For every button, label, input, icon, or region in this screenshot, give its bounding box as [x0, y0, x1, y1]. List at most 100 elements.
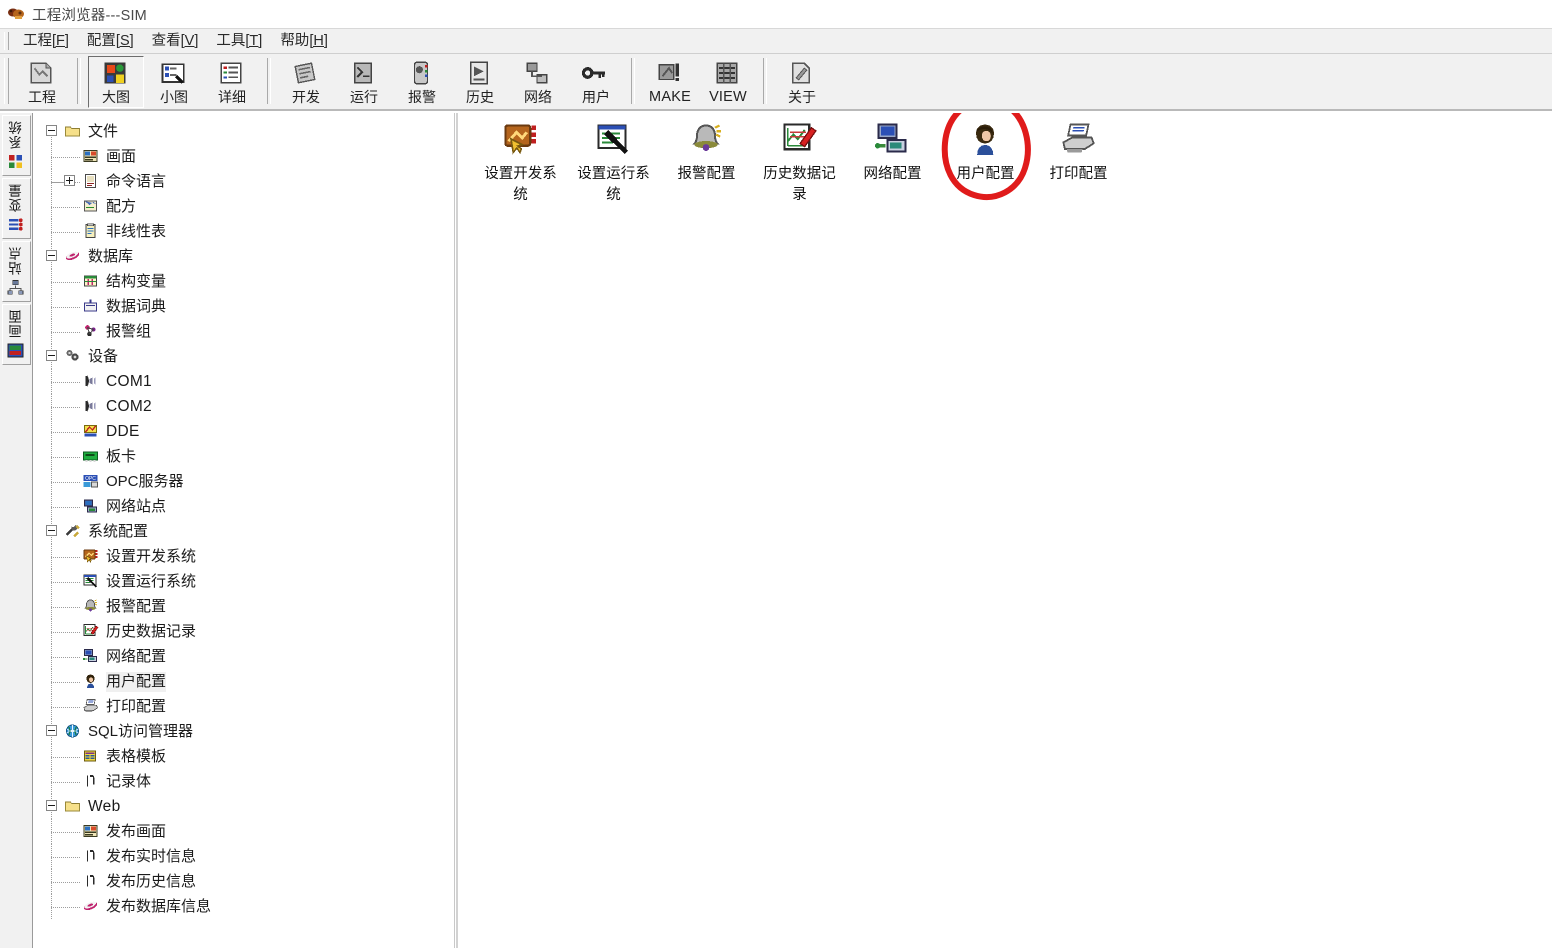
toolbar-project[interactable]: 工程 [14, 56, 70, 108]
toolbar-view[interactable]: VIEW [700, 56, 756, 108]
tree-history-record[interactable]: 历史数据记录 [34, 619, 454, 644]
tree-guide-line [51, 656, 80, 658]
tree-guide-line [51, 556, 80, 558]
tree-board-card[interactable]: 板卡 [34, 444, 454, 469]
toolbar-about[interactable]: 关于 [774, 56, 830, 108]
tree-publish-database[interactable]: 发布数据库信息 [34, 894, 454, 919]
menu-label: 查看 [151, 32, 181, 49]
tree-command-language[interactable]: 命令语言 [34, 169, 454, 194]
tree-system-config[interactable]: 系统配置 [34, 519, 454, 544]
toolbar-separator [631, 58, 635, 104]
menu-view[interactable]: 查看[V] [143, 30, 208, 53]
item-network-config[interactable]: 网络配置 [846, 121, 939, 185]
tree-opc-server[interactable]: OPC OPC服务器 [34, 469, 454, 494]
tree-publish-screen[interactable]: 发布画面 [34, 819, 454, 844]
tree-publish-realtime[interactable]: 发布实时信息 [34, 844, 454, 869]
tree-node-label: 数据词典 [106, 297, 167, 315]
tree-dde[interactable]: DDE [34, 419, 454, 444]
toolbar-history[interactable]: 历史 [452, 56, 508, 108]
tree-devices[interactable]: 设备 [34, 344, 454, 369]
toolbar-large-icons[interactable]: 大图 [88, 56, 144, 108]
menu-project[interactable]: 工程[F] [14, 30, 78, 53]
tree-set-develop[interactable]: 设置开发系统 [34, 544, 454, 569]
tree-collapse-icon[interactable] [46, 800, 57, 811]
variable-tab-icon [7, 216, 25, 234]
item-print-config[interactable]: 打印配置 [1032, 121, 1125, 185]
tree-node-label: 表格模板 [106, 747, 167, 765]
tree-guide-line [51, 181, 63, 183]
tree-record-body[interactable]: 记录体 [34, 769, 454, 794]
tree-publish-history[interactable]: 发布历史信息 [34, 869, 454, 894]
item-user-config[interactable]: 用户配置 [939, 121, 1032, 185]
tree-guide-line [51, 906, 80, 908]
tree-node-label: 发布画面 [106, 822, 167, 840]
menu-accelerator: [T] [245, 32, 263, 49]
tree-nonlinear-table[interactable]: 非线性表 [34, 219, 454, 244]
tree-com1[interactable]: COM1 [34, 369, 454, 394]
toolbar-make[interactable]: MAKE [642, 56, 698, 108]
net-station-icon [82, 498, 100, 515]
tree-collapse-icon[interactable] [46, 250, 57, 261]
globe-icon [64, 723, 82, 740]
toolbar-small-icons[interactable]: 小图 [146, 56, 202, 108]
vtab-system[interactable]: 系统 [1, 115, 31, 176]
menu-config[interactable]: 配置[S] [78, 30, 143, 53]
tree-user-config[interactable]: 用户配置 [34, 669, 454, 694]
item-alarm-config[interactable]: 报警配置 [660, 121, 753, 185]
toolbar-grip[interactable] [4, 58, 9, 104]
tree-print-config[interactable]: 打印配置 [34, 694, 454, 719]
toolbar-network[interactable]: 网络 [510, 56, 566, 108]
content-pane[interactable]: 设置开发系统 设置运行系统 报警配置 历史数据记录 网络配置 用户配置 打印配置 [456, 113, 1552, 948]
tree-node-label: COM1 [106, 372, 152, 390]
tree-collapse-icon[interactable] [46, 125, 57, 136]
vtab-screen[interactable]: 画面 [1, 304, 31, 365]
menu-help[interactable]: 帮助[H] [271, 30, 337, 53]
vtab-site[interactable]: 站点 [1, 241, 31, 302]
menu-accelerator: [H] [309, 32, 328, 49]
tree-recipe[interactable]: 配方 [34, 194, 454, 219]
tree-network-station[interactable]: 网络站点 [34, 494, 454, 519]
toolbar-user[interactable]: 用户 [568, 56, 624, 108]
tree-web[interactable]: Web [34, 794, 454, 819]
item-history-record[interactable]: 历史数据记录 [753, 121, 846, 206]
tree-set-runtime[interactable]: 设置运行系统 [34, 569, 454, 594]
toolbar-alarm[interactable]: 报警 [394, 56, 450, 108]
tree-alarm-group[interactable]: 报警组 [34, 319, 454, 344]
vtab-variable[interactable]: 变量 [1, 178, 31, 239]
tree-guide-line [51, 581, 80, 583]
about-icon [787, 60, 817, 88]
tree-collapse-icon[interactable] [46, 725, 57, 736]
small-icons-icon [159, 60, 189, 88]
tree-guide-line [51, 281, 80, 283]
tree-sql-manager[interactable]: SQL访问管理器 [34, 719, 454, 744]
tree-collapse-icon[interactable] [46, 350, 57, 361]
tree-screen[interactable]: 画面 [34, 144, 454, 169]
toolbar-develop[interactable]: 开发 [278, 56, 334, 108]
tree-database[interactable]: 数据库 [34, 244, 454, 269]
item-set-develop-system[interactable]: 设置开发系统 [474, 121, 567, 206]
tree-node-label: Web [88, 797, 121, 815]
details-icon [217, 60, 247, 88]
tree-node-label: 打印配置 [106, 697, 167, 715]
tree-network-config[interactable]: 网络配置 [34, 644, 454, 669]
item-set-runtime-system[interactable]: 设置运行系统 [567, 121, 660, 206]
tree-table-template[interactable]: 表格模板 [34, 744, 454, 769]
menu-tools[interactable]: 工具[T] [207, 30, 271, 53]
menu-grip[interactable] [4, 32, 9, 50]
tree-expand-icon[interactable] [64, 175, 75, 186]
tree-collapse-icon[interactable] [46, 525, 57, 536]
tree-node-label: 记录体 [106, 772, 152, 790]
printer-icon [82, 698, 100, 715]
project-browser-window: 工程浏览器---SIM 工程[F] 配置[S] 查看[V] 工具[T] 帮助[H] 工程… [0, 0, 1552, 948]
history-icon [465, 60, 495, 88]
toolbar-runtime[interactable]: 运行 [336, 56, 392, 108]
project-tree-panel[interactable]: 文件 画面 命令语言 配方 非线性表 数据库 结构变量数据词典报警组 设备 COM1 COM2 DD… [34, 113, 455, 948]
tree-data-dictionary[interactable]: 数据词典 [34, 294, 454, 319]
toolbar-details[interactable]: 详细 [204, 56, 260, 108]
tree-alarm-config[interactable]: 报警配置 [34, 594, 454, 619]
tree-com2[interactable]: COM2 [34, 394, 454, 419]
tree-guide-line [51, 431, 80, 433]
tree-files[interactable]: 文件 [34, 119, 454, 144]
menu-accelerator: [S] [115, 32, 134, 49]
tree-struct-variable[interactable]: 结构变量 [34, 269, 454, 294]
